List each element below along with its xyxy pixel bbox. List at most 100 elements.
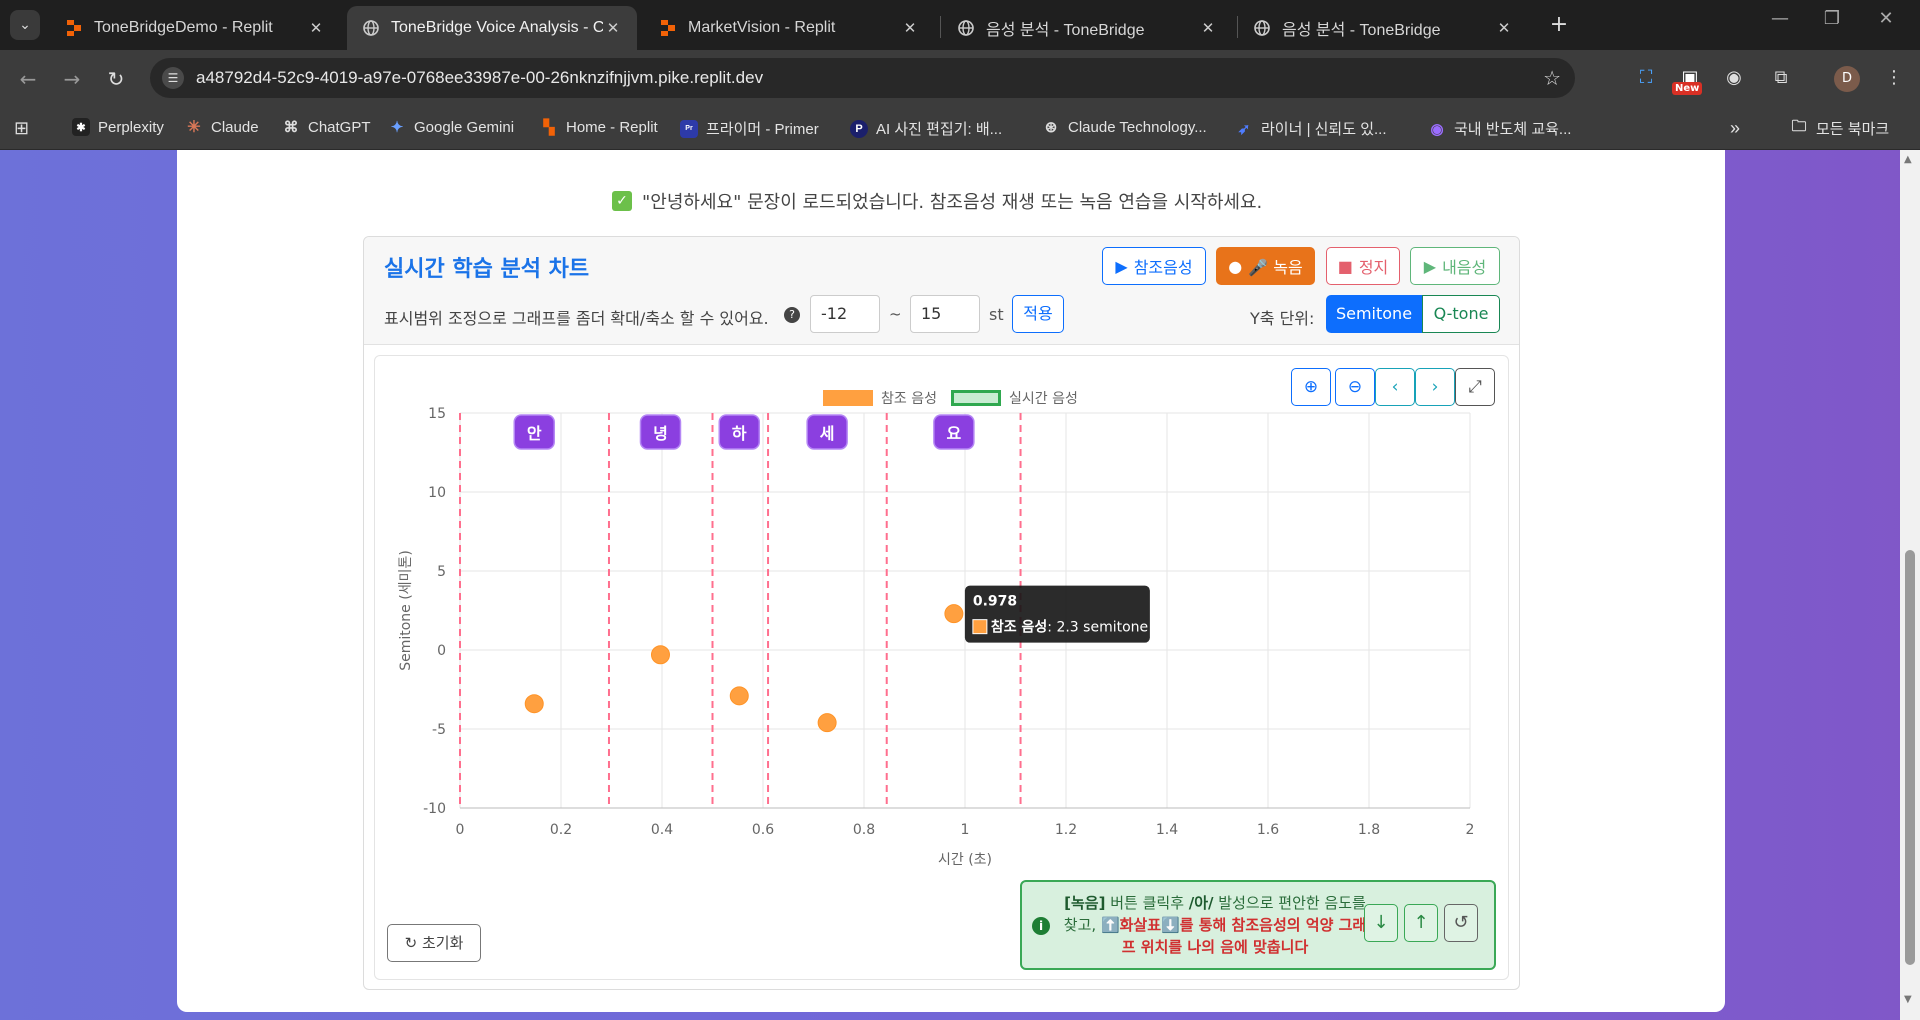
address-bar[interactable]: ☰ a48792d4-52c9-4019-a97e-0768ee33987e-0… <box>150 58 1575 98</box>
y-axis-title: Semitone (세미톤) <box>398 550 414 671</box>
globe-icon <box>363 20 379 36</box>
bookmark-primer[interactable]: Pr 프라이머 - Primer <box>680 118 819 139</box>
bookmark-liner[interactable]: ➶ 라이너 | 신뢰도 있... <box>1235 118 1387 139</box>
reference-pitch-point <box>650 645 670 665</box>
syllable-label: 하 <box>732 424 747 443</box>
url-text[interactable]: a48792d4-52c9-4019-a97e-0768ee33987e-00-… <box>196 68 763 88</box>
button-label: 🎤 녹음 <box>1248 258 1303 277</box>
bookmark-ai-photo[interactable]: P AI 사진 편집기: 배... <box>850 118 1002 139</box>
back-arrow-icon[interactable]: ← <box>14 65 42 93</box>
pitch-down-arrow-icon[interactable]: ↓ <box>1364 904 1398 942</box>
tab-title: 음성 분석 - ToneBridge <box>1282 22 1441 39</box>
photo-editor-icon: P <box>850 119 868 138</box>
forward-arrow-icon[interactable]: → <box>58 65 86 93</box>
bookmark-label: Claude <box>211 118 259 136</box>
new-tab-plus-icon[interactable]: + <box>1545 12 1573 37</box>
close-icon[interactable]: ✕ <box>306 19 326 37</box>
tab-title: 음성 분석 - ToneBridge <box>986 22 1145 39</box>
chatgpt-icon: ⌘ <box>283 119 299 136</box>
stop-square-icon: ■ <box>1337 256 1353 276</box>
x-tick-label: 1.2 <box>1055 822 1077 838</box>
bookmark-semiconductor[interactable]: ◉ 국내 반도체 교육... <box>1428 118 1571 139</box>
range-min-input[interactable]: -12 <box>810 295 880 333</box>
bookmark-perplexity[interactable]: ✱ Perplexity <box>72 118 164 136</box>
pitch-up-arrow-icon[interactable]: ↑ <box>1404 904 1438 942</box>
apply-range-button[interactable]: 적용 <box>1012 295 1064 333</box>
range-max-input[interactable]: 15 <box>910 295 980 333</box>
stop-button[interactable]: ■ 정지 <box>1326 247 1400 285</box>
tab-marketvision[interactable]: MarketVision - Replit ✕ <box>644 6 934 50</box>
x-axis-title: 시간 (초) <box>938 852 992 868</box>
bookmarks-bar: ⊞ ✱ Perplexity ✳ Claude ⌘ ChatGPT ✦ Google G… <box>0 108 1920 150</box>
tooltip-swatch <box>972 619 988 635</box>
tab-title: ToneBridgeDemo - Replit <box>94 19 273 36</box>
close-icon[interactable]: ✕ <box>1494 19 1514 37</box>
bookmark-chatgpt[interactable]: ⌘ ChatGPT <box>282 118 371 137</box>
tip-bold-prefix: [녹음] <box>1064 894 1106 912</box>
x-tick-label: 0.2 <box>550 822 572 838</box>
scroll-up-arrow-icon[interactable]: ▲ <box>1904 154 1912 165</box>
scroll-down-arrow-icon[interactable]: ▼ <box>1904 994 1912 1005</box>
syllable-label: 요 <box>947 424 962 443</box>
play-reference-button[interactable]: ▶ 참조음성 <box>1102 247 1206 285</box>
profile-avatar[interactable]: D <box>1834 66 1860 92</box>
x-tick-label: 0 <box>456 822 465 838</box>
range-separator: ~ <box>889 305 902 323</box>
tab-voice-analysis-2[interactable]: 음성 분석 - ToneBridge ✕ <box>942 6 1232 50</box>
restore-icon[interactable]: ❐ <box>1802 8 1862 29</box>
y-tick-label: 10 <box>428 485 446 501</box>
bookmark-replit-home[interactable]: ▚ Home - Replit <box>540 118 658 136</box>
more-bookmarks-chevron-icon[interactable]: » <box>1730 118 1740 139</box>
menu-kebab-icon[interactable]: ⋮ <box>1880 64 1908 92</box>
pitch-chart[interactable]: 15 10 5 0 -5 -10 0 0.2 0.4 0.6 0.8 1 1.2 1.4 1.6 1.8 2 시간… <box>375 356 1508 916</box>
range-unit: st <box>989 305 1004 324</box>
refresh-icon: ↻ <box>404 934 418 952</box>
site-settings-icon[interactable]: ☰ <box>162 67 184 89</box>
minimize-icon[interactable]: — <box>1750 8 1810 29</box>
tab-title: MarketVision - Replit <box>688 19 836 36</box>
tab-search-chevron-icon[interactable]: ⌄ <box>10 10 40 40</box>
tip-part: 버튼 클릭후 <box>1105 894 1189 912</box>
close-icon[interactable]: ✕ <box>1198 19 1218 37</box>
globe-icon <box>1254 20 1270 36</box>
x-tick-label: 2 <box>1466 822 1475 838</box>
extensions-puzzle-icon[interactable]: ⧉ <box>1767 64 1795 92</box>
replit-icon <box>66 20 82 36</box>
crop-icon[interactable]: ⛶ <box>1632 64 1660 92</box>
tip-text: [녹음] 버튼 클릭후 /아/ 발성으로 편안한 음도를 찾고, ⬆️화살표⬇️… <box>1062 892 1368 958</box>
undo-reset-icon[interactable]: ↺ <box>1444 904 1478 942</box>
reload-icon[interactable]: ↻ <box>102 65 130 93</box>
all-bookmarks-folder[interactable]: 🗀 모든 북마크 <box>1790 118 1889 139</box>
status-text: "안녕하세요" 문장이 로드되었습니다. 참조음성 재생 또는 녹음 연습을 시… <box>642 192 1263 213</box>
reset-button[interactable]: ↻ 초기화 <box>387 924 481 962</box>
camera-icon[interactable]: ◉ <box>1720 64 1748 92</box>
apps-grid-icon[interactable]: ⊞ <box>14 118 29 139</box>
bookmark-star-icon[interactable]: ☆ <box>1543 66 1561 90</box>
tab-voice-analysis[interactable]: ToneBridge Voice Analysis - Cl ✕ <box>347 6 637 50</box>
semitone-toggle[interactable]: Semitone <box>1326 295 1422 333</box>
bookmark-label: ChatGPT <box>308 118 371 136</box>
bookmark-label: 모든 북마크 <box>1816 121 1890 138</box>
panel-title: 실시간 학습 분석 차트 <box>384 257 590 282</box>
scrollbar-thumb[interactable] <box>1905 550 1915 965</box>
x-tick-label: 0.6 <box>752 822 774 838</box>
bookmark-label: 라이너 | 신뢰도 있... <box>1261 121 1387 138</box>
help-question-icon[interactable]: ? <box>784 307 800 323</box>
x-tick-label: 1.8 <box>1358 822 1380 838</box>
browser-toolbar: ← → ↻ ☰ a48792d4-52c9-4019-a97e-0768ee33… <box>0 50 1920 108</box>
qtone-toggle[interactable]: Q-tone <box>1422 295 1500 333</box>
tab-voice-analysis-3[interactable]: 음성 분석 - ToneBridge ✕ <box>1238 6 1528 50</box>
close-icon[interactable]: ✕ <box>603 19 623 37</box>
record-button[interactable]: ● 🎤 녹음 <box>1216 247 1315 285</box>
close-icon[interactable]: ✕ <box>900 19 920 37</box>
bookmark-label: 국내 반도체 교육... <box>1454 121 1572 138</box>
tab-tonebridge-demo[interactable]: ToneBridgeDemo - Replit ✕ <box>50 6 340 50</box>
window-close-icon[interactable]: ✕ <box>1856 8 1916 29</box>
perplexity-icon: ✱ <box>72 118 90 136</box>
play-my-voice-button[interactable]: ▶ 내음성 <box>1410 247 1500 285</box>
bookmark-gemini[interactable]: ✦ Google Gemini <box>388 118 514 137</box>
bookmark-claude-tech[interactable]: ⊛ Claude Technology... <box>1042 118 1207 137</box>
bookmark-claude[interactable]: ✳ Claude <box>185 118 259 137</box>
y-tick-label: 0 <box>437 643 446 659</box>
y-tick-label: 15 <box>428 406 446 422</box>
